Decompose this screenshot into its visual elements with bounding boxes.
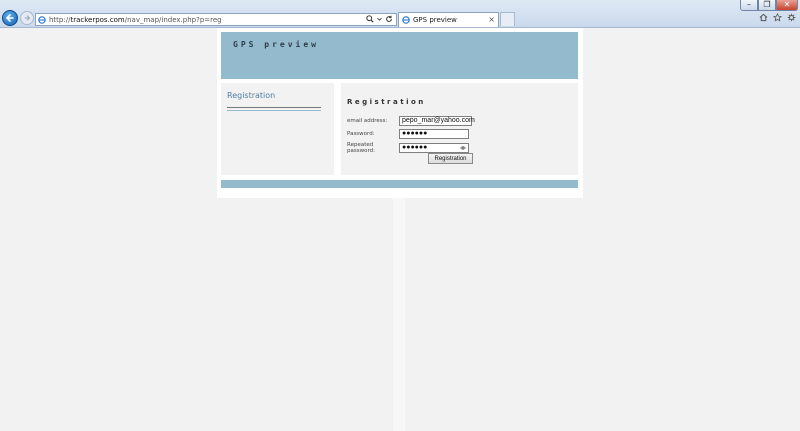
tab-close-icon[interactable]: × bbox=[488, 15, 495, 24]
address-url: http://trackerpos.com/nav_map/index.php?… bbox=[49, 15, 222, 24]
window-controls: – ❐ ✕ bbox=[740, 0, 798, 11]
tab-gps-preview[interactable]: GPS preview × bbox=[398, 12, 499, 27]
tab-title: GPS preview bbox=[413, 16, 457, 24]
ie-page-icon bbox=[38, 15, 46, 24]
password-row: Password: ●●●●●● bbox=[347, 129, 469, 139]
search-icon[interactable] bbox=[366, 15, 374, 23]
new-tab-button[interactable] bbox=[500, 12, 515, 26]
reveal-password-icon[interactable] bbox=[460, 145, 466, 151]
back-icon bbox=[5, 14, 14, 22]
browser-toolbar-right bbox=[759, 13, 796, 22]
site-title: GPS preview bbox=[233, 40, 319, 49]
sidebar-link-registration[interactable]: Registration bbox=[227, 91, 275, 100]
refresh-icon[interactable] bbox=[385, 15, 393, 23]
gear-icon[interactable] bbox=[787, 13, 796, 22]
ie-tab-icon bbox=[402, 16, 410, 24]
footer-bar bbox=[221, 180, 578, 188]
forward-button[interactable] bbox=[20, 11, 34, 25]
email-label: email address: bbox=[347, 118, 388, 124]
registration-panel: Registration email address: pepo_mar@yah… bbox=[341, 83, 578, 175]
password-field[interactable]: ●●●●●● bbox=[399, 129, 469, 139]
address-bar[interactable]: http://trackerpos.com/nav_map/index.php?… bbox=[35, 13, 397, 26]
forward-icon bbox=[24, 15, 31, 21]
dropdown-icon[interactable] bbox=[377, 15, 382, 23]
registration-heading: Registration bbox=[347, 98, 426, 106]
email-field[interactable]: pepo_mar@yahoo.com bbox=[399, 116, 475, 126]
registration-submit-button[interactable]: Registration bbox=[428, 153, 473, 164]
minimize-button[interactable]: – bbox=[740, 0, 758, 11]
password-label: Password: bbox=[347, 131, 375, 137]
favorites-icon[interactable] bbox=[773, 13, 782, 22]
maximize-button[interactable]: ❐ bbox=[758, 0, 776, 11]
close-window-button[interactable]: ✕ bbox=[776, 0, 798, 11]
sidebar-divider-accent bbox=[227, 110, 321, 111]
site-header: GPS preview bbox=[221, 32, 578, 79]
browser-chrome: – ❐ ✕ http://trackerpos.com/nav_map/inde… bbox=[0, 0, 800, 28]
repeat-password-value: ●●●●●● bbox=[402, 144, 428, 151]
page-shadow bbox=[393, 197, 405, 431]
repeat-password-field[interactable]: ●●●●●● bbox=[399, 143, 469, 153]
sidebar: Registration bbox=[221, 83, 334, 175]
email-row: email address: pepo_mar@yahoo.com bbox=[347, 116, 475, 126]
address-tools bbox=[366, 15, 393, 23]
sidebar-divider bbox=[227, 107, 321, 108]
web-page: GPS preview Registration Registration em… bbox=[217, 28, 583, 198]
home-icon[interactable] bbox=[759, 13, 768, 22]
repeat-password-label: Repeated password: bbox=[347, 142, 375, 154]
back-button[interactable] bbox=[2, 10, 18, 26]
